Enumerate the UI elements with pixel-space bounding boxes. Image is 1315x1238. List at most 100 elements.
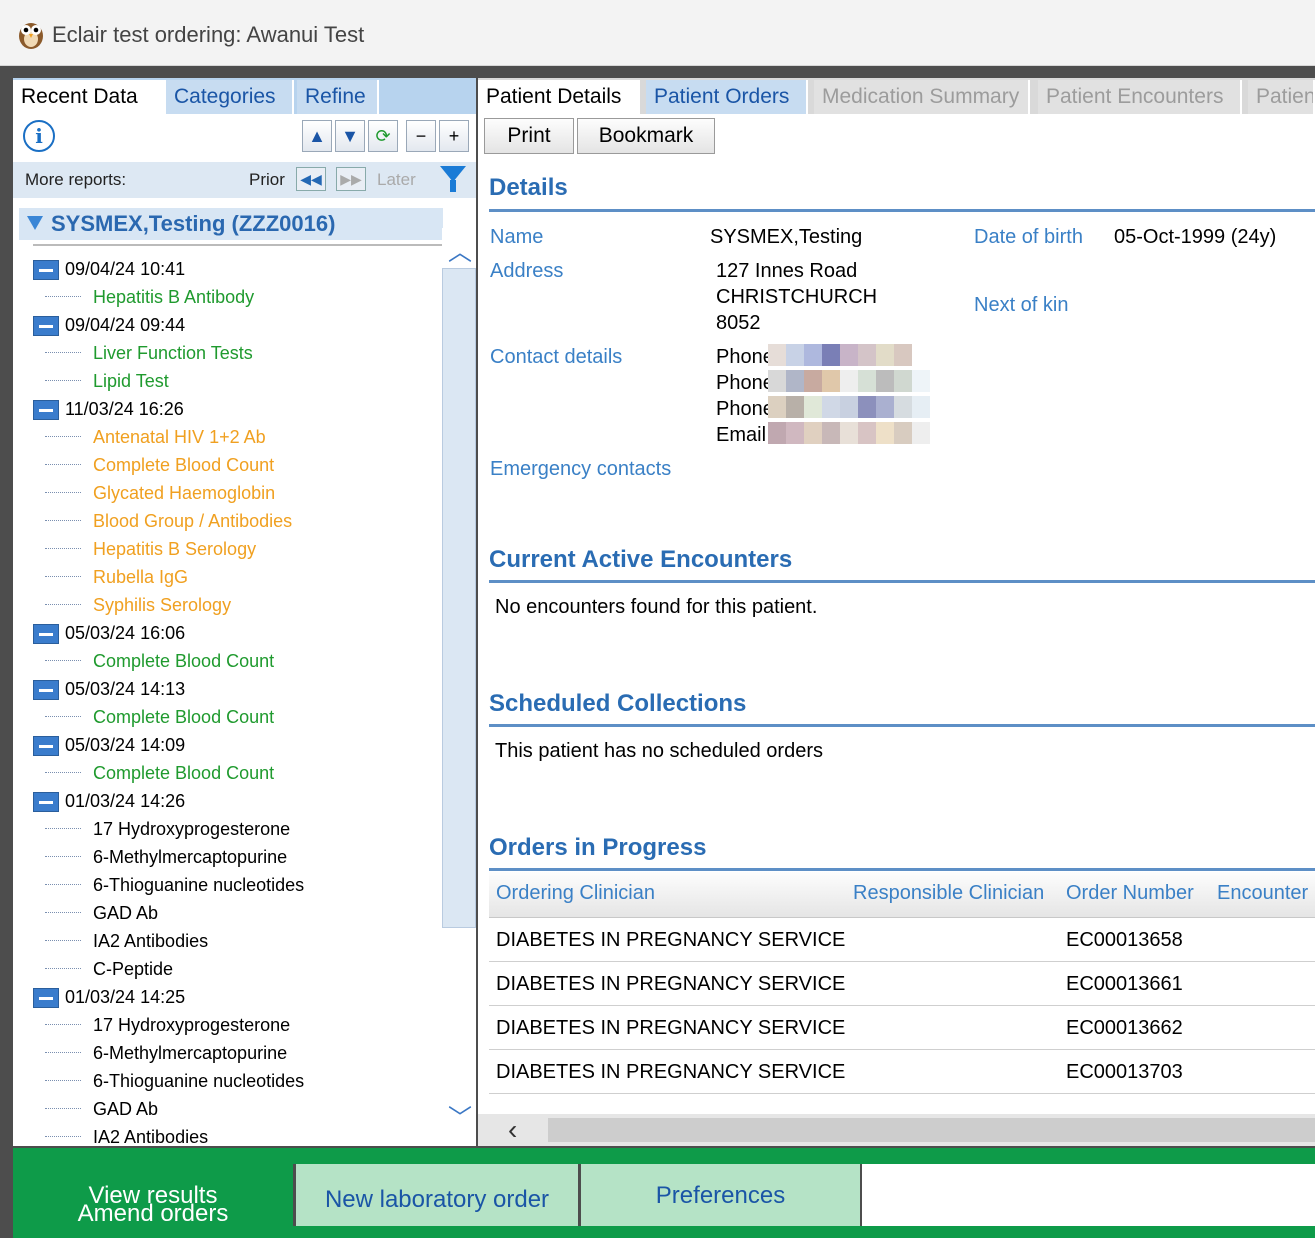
tree-date-node[interactable]: 01/03/24 14:26	[13, 788, 438, 816]
tree-test-label: Hepatitis B Antibody	[93, 287, 255, 307]
bottom-accent	[13, 1148, 1315, 1164]
tree-test-item[interactable]: Glycated Haemoglobin	[13, 480, 438, 508]
tree-test-item[interactable]: Rubella IgG	[13, 564, 438, 592]
collapse-minus-icon[interactable]	[33, 624, 59, 644]
patient-header[interactable]: SYSMEX,Testing (ZZZ0016)	[19, 208, 443, 240]
tree-test-item[interactable]: GAD Ab	[13, 1096, 438, 1124]
new-laboratory-order-button[interactable]: New laboratory order	[296, 1164, 578, 1226]
later-arrow-icon[interactable]: ▶▶	[336, 167, 366, 191]
collapse-minus-icon[interactable]	[33, 400, 59, 420]
tree-date-node[interactable]: 05/03/24 14:13	[13, 676, 438, 704]
tree-test-item[interactable]: 6-Thioguanine nucleotides	[13, 1068, 438, 1096]
tree-test-label: Glycated Haemoglobin	[93, 483, 276, 503]
tab-refine[interactable]: Refine	[297, 80, 379, 114]
collapse-minus-icon[interactable]	[33, 792, 59, 812]
tab-patient-encounters[interactable]: Patient Encounters	[1038, 80, 1242, 114]
tab-recent-data[interactable]: Recent Data	[13, 80, 170, 114]
tree-connector	[45, 828, 81, 829]
tree-test-label: Complete Blood Count	[93, 651, 275, 671]
tab-categories[interactable]: Categories	[166, 80, 294, 114]
tree-test-item[interactable]: Hepatitis B Serology	[13, 536, 438, 564]
table-row[interactable]: DIABETES IN PREGNANCY SERVICE EC00013658	[489, 918, 1315, 962]
tree-test-item[interactable]: Antenatal HIV 1+2 Ab	[13, 424, 438, 452]
tree-date-node[interactable]: 05/03/24 16:06	[13, 620, 438, 648]
tree-date-node[interactable]: 09/04/24 10:41	[13, 256, 438, 284]
redacted-contact	[768, 422, 930, 444]
left-toolbar: i ▲ ▼ ⟳ − +	[13, 116, 476, 160]
scroll-thumb[interactable]	[442, 268, 476, 928]
tree-test-item[interactable]: Complete Blood Count	[13, 704, 438, 732]
preferences-button[interactable]: Preferences	[581, 1164, 860, 1226]
collapse-minus-icon[interactable]	[33, 736, 59, 756]
collapse-triangle-icon[interactable]	[27, 216, 43, 230]
move-down-icon[interactable]: ▼	[335, 120, 365, 152]
tree-test-item[interactable]: C-Peptide	[13, 956, 438, 984]
divider	[489, 868, 1315, 871]
collapse-minus-icon[interactable]	[33, 260, 59, 280]
tab-patient-orders[interactable]: Patient Orders	[646, 80, 808, 114]
tree-test-item[interactable]: 17 Hydroxyprogesterone	[13, 1012, 438, 1040]
scroll-thumb[interactable]	[548, 1118, 1315, 1142]
ordering-clinician-cell: DIABETES IN PREGNANCY SERVICE	[496, 973, 846, 995]
table-row[interactable]: DIABETES IN PREGNANCY SERVICE EC00013703	[489, 1050, 1315, 1094]
horizontal-scrollbar[interactable]: ‹	[478, 1114, 1315, 1146]
collapse-all-icon[interactable]: −	[406, 120, 436, 152]
column-encounter[interactable]: Encounter	[1217, 882, 1308, 905]
amend-orders-label: Amend orders	[77, 1200, 229, 1227]
tree-test-item[interactable]: Syphilis Serology	[13, 592, 438, 620]
tree-test-item[interactable]: Complete Blood Count	[13, 452, 438, 480]
collapse-minus-icon[interactable]	[33, 680, 59, 700]
tree-connector	[45, 604, 81, 605]
tree-date-node[interactable]: 11/03/24 16:26	[13, 396, 438, 424]
scheduled-heading: Scheduled Collections	[489, 690, 747, 717]
info-icon[interactable]: i	[23, 120, 55, 152]
tab-patient-details[interactable]: Patient Details	[478, 80, 640, 114]
expand-all-icon[interactable]: +	[439, 120, 469, 152]
refresh-icon[interactable]: ⟳	[368, 120, 398, 152]
tab-patient-more[interactable]: Patien	[1248, 80, 1315, 114]
tree-test-item[interactable]: IA2 Antibodies	[13, 1124, 438, 1146]
tree-date-node[interactable]: 01/03/24 14:25	[13, 984, 438, 1012]
scroll-up-icon[interactable]: ︿	[448, 232, 472, 267]
tree-test-item[interactable]: 6-Methylmercaptopurine	[13, 844, 438, 872]
left-pane: Recent Data Categories Refine i ▲ ▼ ⟳ − …	[13, 78, 476, 1146]
later-link[interactable]: Later	[377, 170, 416, 190]
table-row[interactable]: DIABETES IN PREGNANCY SERVICE EC00013662	[489, 1006, 1315, 1050]
address-label: Address	[490, 260, 564, 282]
view-results-button[interactable]: View results Amend orders	[13, 1164, 293, 1227]
print-button[interactable]: Print	[484, 118, 574, 154]
vertical-scrollbar[interactable]: ︿ ﹀	[442, 228, 476, 1146]
bookmark-button[interactable]: Bookmark	[577, 118, 715, 154]
tree-test-item[interactable]: Liver Function Tests	[13, 340, 438, 368]
move-up-icon[interactable]: ▲	[302, 120, 332, 152]
column-order-number[interactable]: Order Number	[1066, 882, 1194, 905]
tree-connector	[45, 884, 81, 885]
tree-date-node[interactable]: 05/03/24 14:09	[13, 732, 438, 760]
prior-link[interactable]: Prior	[249, 170, 285, 190]
ordering-clinician-cell: DIABETES IN PREGNANCY SERVICE	[496, 1061, 846, 1083]
column-responsible-clinician[interactable]: Responsible Clinician	[853, 882, 1044, 905]
tree-test-item[interactable]: 17 Hydroxyprogesterone	[13, 816, 438, 844]
prior-arrow-icon[interactable]: ◀◀	[296, 167, 326, 191]
tree-test-item[interactable]: Complete Blood Count	[13, 760, 438, 788]
tree-date-node[interactable]: 09/04/24 09:44	[13, 312, 438, 340]
tree-test-item[interactable]: Hepatitis B Antibody	[13, 284, 438, 312]
tree-test-item[interactable]: Lipid Test	[13, 368, 438, 396]
column-ordering-clinician[interactable]: Ordering Clinician	[496, 882, 655, 905]
collapse-minus-icon[interactable]	[33, 988, 59, 1008]
table-row[interactable]: DIABETES IN PREGNANCY SERVICE EC00013661	[489, 962, 1315, 1006]
tree-test-item[interactable]: Complete Blood Count	[13, 648, 438, 676]
tree-test-item[interactable]: 6-Thioguanine nucleotides	[13, 872, 438, 900]
tree-test-item[interactable]: 6-Methylmercaptopurine	[13, 1040, 438, 1068]
tree-test-item[interactable]: IA2 Antibodies	[13, 928, 438, 956]
emergency-contacts-label: Emergency contacts	[490, 458, 672, 480]
tree-test-item[interactable]: GAD Ab	[13, 900, 438, 928]
tree-test-item[interactable]: Blood Group / Antibodies	[13, 508, 438, 536]
tab-medication-summary[interactable]: Medication Summary	[814, 80, 1030, 114]
right-tab-strip: Patient Details Patient Orders Medicatio…	[478, 78, 1315, 114]
scroll-left-icon[interactable]: ‹	[508, 1114, 517, 1146]
collapse-minus-icon[interactable]	[33, 316, 59, 336]
divider	[489, 580, 1315, 583]
tree-test-label: Syphilis Serology	[93, 595, 232, 615]
scroll-down-icon[interactable]: ﹀	[448, 1098, 472, 1133]
